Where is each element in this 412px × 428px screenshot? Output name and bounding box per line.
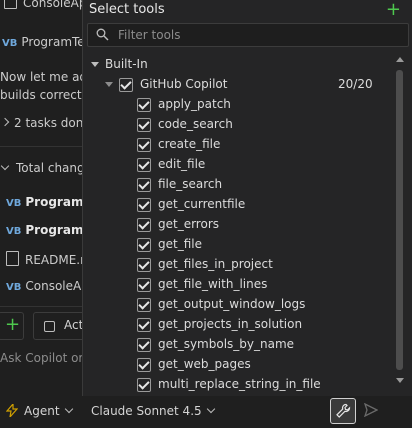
tool-item[interactable]: multi_replace_string_in_file (137, 374, 321, 394)
vb-file-icon: VB (2, 38, 18, 49)
scroll-up-arrow[interactable] (396, 57, 404, 62)
chevron-down-icon (206, 404, 215, 414)
tool-item[interactable]: file_search (137, 174, 222, 194)
select-tools-popup: Select tools + Built-In GitHub Copilot 2… (82, 0, 412, 397)
chevron-down-icon (64, 404, 73, 414)
tool-label: get_file_with_lines (158, 277, 268, 291)
tool-item[interactable]: get_output_window_logs (137, 294, 305, 314)
tool-label: get_symbols_by_name (158, 337, 295, 351)
group-github-copilot[interactable]: GitHub Copilot 20/20 (105, 74, 395, 94)
tool-item[interactable]: edit_file (137, 154, 205, 174)
vb-file-icon: VB (6, 282, 22, 293)
tool-checkbox[interactable] (137, 97, 151, 112)
tool-label: create_file (158, 137, 221, 151)
divider (0, 306, 90, 307)
tool-checkbox[interactable] (137, 277, 151, 292)
tasks-summary[interactable]: 2 tasks done (0, 116, 91, 130)
group-checkbox[interactable] (119, 77, 133, 92)
group-count: 20/20 (338, 77, 373, 91)
scroll-down-arrow[interactable] (396, 378, 404, 383)
tool-label: get_file (158, 237, 202, 251)
tool-item[interactable]: code_search (137, 114, 233, 134)
tool-checkbox[interactable] (137, 317, 151, 332)
tool-checkbox[interactable] (137, 197, 151, 212)
tool-checkbox[interactable] (137, 157, 151, 172)
plus-icon[interactable]: + (386, 0, 401, 20)
file-icon (4, 0, 17, 9)
search-icon (96, 28, 109, 41)
tool-checkbox[interactable] (137, 237, 151, 252)
tool-label: get_projects_in_solution (158, 317, 303, 331)
tool-item[interactable]: get_files_in_project (137, 254, 273, 274)
chevron-down-icon (105, 82, 113, 87)
group-label: GitHub Copilot (140, 77, 228, 91)
wrench-icon (336, 403, 351, 418)
tool-item[interactable]: get_errors (137, 214, 219, 234)
tool-checkbox[interactable] (137, 137, 151, 152)
scrollbar-thumb[interactable] (396, 70, 403, 370)
tool-checkbox[interactable] (137, 177, 151, 192)
popup-title: Select tools (89, 2, 165, 17)
tool-checkbox[interactable] (137, 117, 151, 132)
section-built-in[interactable]: Built-In (91, 54, 148, 74)
add-context-button[interactable]: + (0, 312, 24, 340)
file-reference-label: ProgramTes (21, 35, 91, 49)
tool-label: get_currentfile (158, 197, 246, 211)
model-label: Claude Sonnet 4.5 (91, 404, 202, 418)
tool-item[interactable]: get_currentfile (137, 194, 245, 214)
message-line-2: builds correctly: (0, 88, 96, 102)
model-dropdown[interactable]: Claude Sonnet 4.5 (91, 404, 215, 418)
tool-label: get_output_window_logs (158, 297, 306, 311)
vb-file-icon: VB (6, 226, 22, 237)
agent-mode-label: Agent (24, 404, 60, 418)
action-label: Act (64, 318, 84, 332)
changed-file-item[interactable]: README.m (6, 251, 92, 267)
divider (0, 146, 90, 147)
section-label: Built-In (105, 57, 148, 71)
tool-item[interactable]: get_symbols_by_name (137, 334, 294, 354)
changed-file-item[interactable]: VB ConsoleAp (6, 279, 89, 293)
tool-item[interactable]: create_file (137, 134, 220, 154)
tool-item[interactable]: get_file (137, 234, 202, 254)
agent-icon (5, 402, 19, 419)
tool-checkbox[interactable] (137, 217, 151, 232)
tool-checkbox[interactable] (137, 297, 151, 312)
send-icon[interactable] (364, 403, 378, 417)
tool-label: code_search (158, 117, 233, 131)
tool-item[interactable]: get_file_with_lines (137, 274, 267, 294)
tool-checkbox[interactable] (137, 337, 151, 352)
tool-label: edit_file (158, 157, 206, 171)
tool-label: get_errors (158, 217, 220, 231)
tool-label: apply_patch (158, 97, 231, 111)
filter-search-box (87, 23, 409, 47)
tool-label: multi_replace_string_in_file (158, 377, 321, 391)
action-icon (44, 321, 55, 332)
file-reference[interactable]: VB ProgramTes (2, 35, 91, 49)
chevron-down-icon (0, 161, 10, 171)
chat-input[interactable]: Ask Copilot or u (0, 351, 95, 365)
tool-label: get_web_pages (158, 357, 251, 371)
plus-icon: + (5, 314, 21, 335)
filter-tools-input[interactable] (116, 26, 400, 44)
chevron-right-icon (0, 117, 10, 127)
top-file-item[interactable]: ConsoleApp (4, 0, 94, 10)
changed-file-name: ConsoleAp (25, 279, 89, 293)
tool-checkbox[interactable] (137, 357, 151, 372)
tool-item[interactable]: apply_patch (137, 94, 231, 114)
tool-label: file_search (158, 177, 223, 191)
tool-checkbox[interactable] (137, 377, 151, 392)
tasks-label: 2 tasks done (14, 116, 91, 130)
tool-item[interactable]: get_web_pages (137, 354, 251, 374)
tool-checkbox[interactable] (137, 257, 151, 272)
agent-mode-dropdown[interactable]: Agent (5, 402, 73, 419)
chevron-down-icon (91, 62, 99, 67)
markdown-file-icon (6, 251, 19, 266)
tools-button[interactable] (330, 398, 356, 424)
tool-label: get_files_in_project (158, 257, 273, 271)
tool-item[interactable]: get_projects_in_solution (137, 314, 302, 334)
vb-file-icon: VB (6, 198, 22, 209)
